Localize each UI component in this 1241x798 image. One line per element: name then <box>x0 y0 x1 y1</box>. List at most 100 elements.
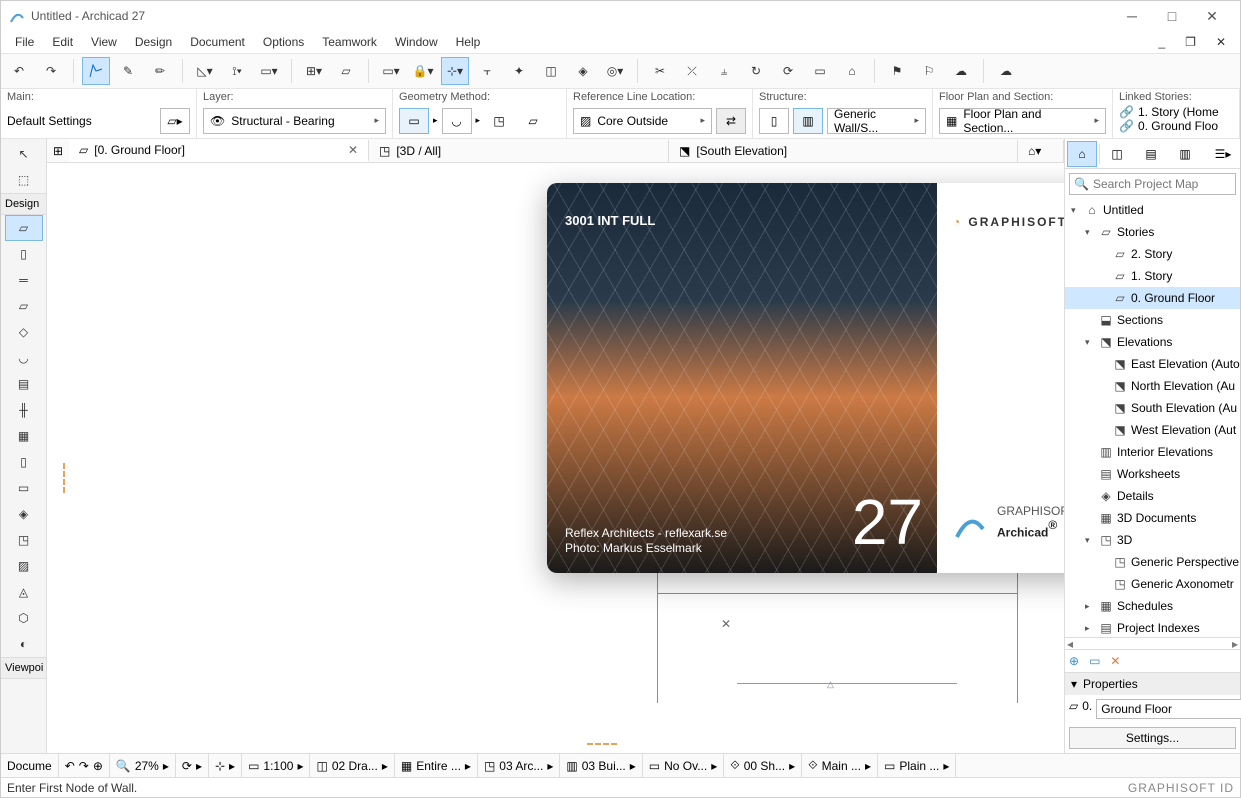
docume-label[interactable]: Docume <box>1 754 59 777</box>
menu-teamwork[interactable]: Teamwork <box>314 32 385 52</box>
measure-button[interactable]: ⫟ <box>473 57 501 85</box>
tab-close-icon[interactable]: ✕ <box>348 143 358 157</box>
lock-button[interactable]: 🔒▾ <box>409 57 437 85</box>
menu-window[interactable]: Window <box>387 32 446 52</box>
tree-item[interactable]: ⬔North Elevation (Au <box>1065 375 1240 397</box>
prev-view-button[interactable]: ↶ <box>65 759 75 773</box>
tab-3d[interactable]: ◳ [3D / All] <box>369 140 669 162</box>
coord-button[interactable]: ▭▾ <box>255 57 283 85</box>
geom-curved-button[interactable]: ◡ <box>442 108 472 134</box>
morph-tool[interactable]: ⬡ <box>5 605 43 631</box>
delete-button[interactable]: ✕ <box>1110 654 1120 668</box>
layers-button[interactable]: ▭▾ <box>377 57 405 85</box>
menu-document[interactable]: Document <box>182 32 253 52</box>
tree-item[interactable]: ▾▱Stories <box>1065 221 1240 243</box>
mdi-restore-icon[interactable]: ❐ <box>1177 32 1204 52</box>
slab-tool[interactable]: ▱ <box>5 293 43 319</box>
eyedropper-button[interactable]: ✎ <box>114 57 142 85</box>
struct-basic-button[interactable]: ▯ <box>759 108 789 134</box>
mesh-tool[interactable]: ◬ <box>5 579 43 605</box>
cloud-button[interactable]: ☁ <box>947 57 975 85</box>
viewpoint-category[interactable]: Viewpoi <box>1 657 46 679</box>
undo-button[interactable]: ↶ <box>5 57 33 85</box>
tree-item[interactable]: ◈Details <box>1065 485 1240 507</box>
menu-design[interactable]: Design <box>127 32 180 52</box>
pick-button[interactable] <box>82 57 110 85</box>
opening-tool[interactable]: ◐ <box>5 631 43 657</box>
vb-item[interactable]: Entire ... <box>416 759 461 773</box>
grid-button[interactable]: ⊞▾ <box>300 57 328 85</box>
struct-dropdown[interactable]: Generic Wall/S...▸ <box>827 108 926 134</box>
flag2-button[interactable]: ⚐ <box>915 57 943 85</box>
object-tool[interactable]: ◳ <box>5 527 43 553</box>
model-button[interactable]: ◎▾ <box>601 57 629 85</box>
drawing-canvas[interactable]: ✕ △ 3001 INT FULL 27 Reflex Architects -… <box>47 163 1064 753</box>
fps-dropdown[interactable]: ▦ Floor Plan and Section...▸ <box>939 108 1106 134</box>
ruler-button[interactable]: ◺▾ <box>191 57 219 85</box>
window-tool[interactable]: ▭ <box>5 475 43 501</box>
maximize-button[interactable]: □ <box>1152 8 1192 25</box>
mdi-close-icon[interactable]: ✕ <box>1208 32 1234 52</box>
home-button[interactable]: ⌂ <box>838 57 866 85</box>
tree-item[interactable]: ⬔East Elevation (Auto <box>1065 353 1240 375</box>
plane-button[interactable]: ▱ <box>332 57 360 85</box>
marquee-tool[interactable]: ⬚ <box>5 167 43 193</box>
tree-item[interactable]: ▱2. Story <box>1065 243 1240 265</box>
stair-tool[interactable]: ▤ <box>5 371 43 397</box>
dimension-button[interactable]: ⟟▾ <box>223 57 251 85</box>
minimize-button[interactable]: ─ <box>1112 8 1152 25</box>
tree-item[interactable]: ▤Worksheets <box>1065 463 1240 485</box>
mdi-minimize-icon[interactable]: _ <box>1150 32 1173 52</box>
align-button[interactable]: ⫨ <box>710 57 738 85</box>
column-tool[interactable]: ▯ <box>5 241 43 267</box>
vb-item[interactable]: 02 Dra... <box>332 759 378 773</box>
guides-button[interactable]: ✦ <box>505 57 533 85</box>
redo-button[interactable]: ↷ <box>37 57 65 85</box>
cut-button[interactable]: ✂ <box>646 57 674 85</box>
nav-tab-project[interactable]: ⌂ <box>1067 141 1097 167</box>
mirror-button[interactable]: ⟳ <box>774 57 802 85</box>
tree-item[interactable]: ◳Generic Perspective <box>1065 551 1240 573</box>
geom-box-button[interactable]: ◳ <box>484 108 514 134</box>
skylight-tool[interactable]: ◈ <box>5 501 43 527</box>
flip-button[interactable]: ⇄ <box>716 108 746 134</box>
main-value[interactable]: Default Settings <box>7 114 156 128</box>
menu-options[interactable]: Options <box>255 32 312 52</box>
project-tree[interactable]: ▾⌂Untitled▾▱Stories▱2. Story▱1. Story▱0.… <box>1065 199 1240 637</box>
shell-tool[interactable]: ◡ <box>5 345 43 371</box>
menu-help[interactable]: Help <box>448 32 489 52</box>
roof-tool[interactable]: ◇ <box>5 319 43 345</box>
pan-button[interactable]: ⊹ <box>215 759 225 773</box>
door-tool[interactable]: ▯ <box>5 449 43 475</box>
bimcloud-button[interactable]: ☁ <box>992 57 1020 85</box>
wall-tool[interactable]: ▱ <box>5 215 43 241</box>
linked-story-1[interactable]: 1. Story (Home <box>1138 105 1219 119</box>
vb-item[interactable]: Main ... <box>822 759 861 773</box>
menu-edit[interactable]: Edit <box>44 32 81 52</box>
nav-search[interactable]: 🔍 Search Project Map <box>1069 173 1236 195</box>
vb-item[interactable]: 03 Arc... <box>499 759 543 773</box>
tree-item[interactable]: ▦3D Documents <box>1065 507 1240 529</box>
nav-tab-publisher[interactable]: ▥ <box>1170 141 1200 167</box>
tree-item[interactable]: ▾⌂Untitled <box>1065 199 1240 221</box>
arrow-tool[interactable]: ↖ <box>5 141 43 167</box>
tree-item[interactable]: ▸▤Project Indexes <box>1065 617 1240 637</box>
main-settings-button[interactable]: ▱▸ <box>160 108 190 134</box>
tree-item[interactable]: ▥Interior Elevations <box>1065 441 1240 463</box>
trim-button[interactable]: ⤫ <box>678 57 706 85</box>
inject-button[interactable]: ✏ <box>146 57 174 85</box>
tree-item[interactable]: ⬔West Elevation (Aut <box>1065 419 1240 441</box>
settings-button[interactable]: Settings... <box>1069 727 1236 749</box>
beam-tool[interactable]: ═ <box>5 267 43 293</box>
zoom-value[interactable]: 27% <box>135 759 159 773</box>
flag-button[interactable]: ⚑ <box>883 57 911 85</box>
tab-grid-button[interactable]: ⊞ <box>47 144 69 158</box>
rotate-button[interactable]: ↻ <box>742 57 770 85</box>
vb-item[interactable]: 03 Bui... <box>582 759 626 773</box>
next-view-button[interactable]: ↷ <box>79 759 89 773</box>
nav-tab-layout[interactable]: ▤ <box>1136 141 1166 167</box>
scale-value[interactable]: 1:100 <box>263 759 293 773</box>
tab-south-elevation[interactable]: ⬔ [South Elevation] <box>669 140 1018 162</box>
new-view-button[interactable]: ⊕ <box>1069 654 1079 668</box>
props-toggle-button[interactable]: ▭ <box>1089 654 1100 668</box>
